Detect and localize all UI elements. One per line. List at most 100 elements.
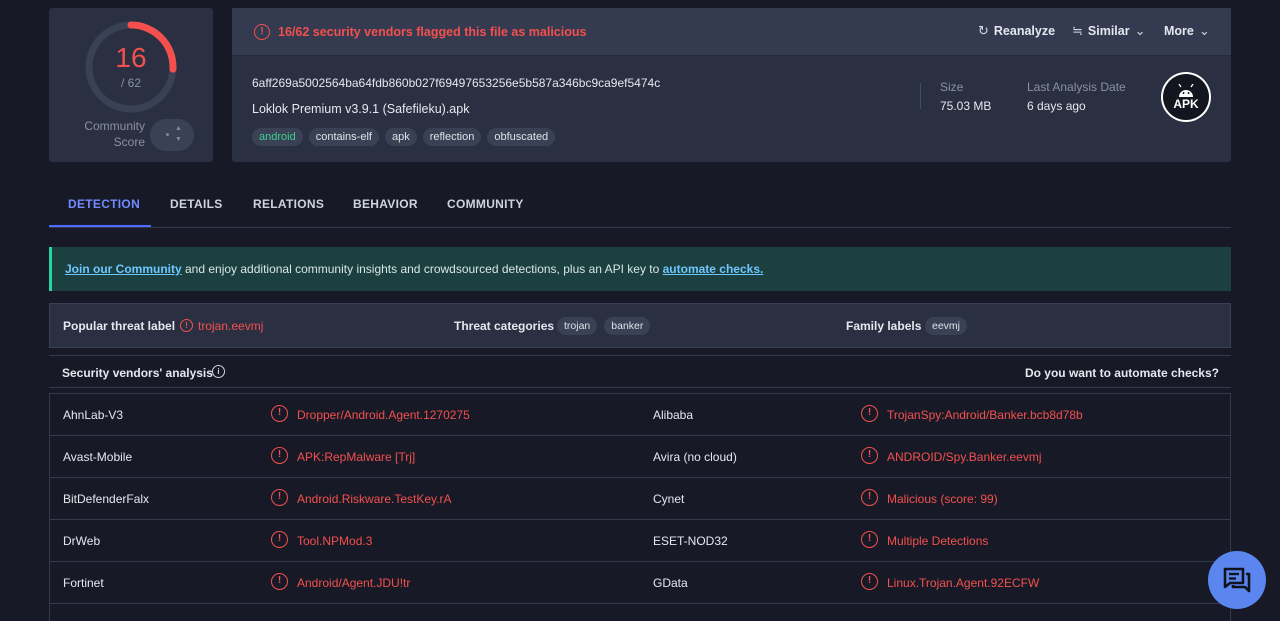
file-tag[interactable]: contains-elf (308, 128, 379, 146)
alert-circle-icon: ! (861, 405, 878, 422)
vendor-result: Tool.NPMod.3 (297, 534, 373, 548)
chevron-down-icon: ⌄ (1198, 23, 1210, 38)
vendor-result: Malicious (score: 99) (887, 492, 998, 506)
vendors-header: Security vendors' analysis i Do you want… (49, 355, 1231, 388)
threat-categories: trojan banker (557, 317, 651, 335)
file-info-card: ! 16/62 security vendors flagged this fi… (232, 8, 1231, 162)
vendor-result: ANDROID/Spy.Banker.eevmj (887, 450, 1042, 464)
vendors-table: AhnLab-V3 ! Dropper/Android.Agent.127027… (49, 393, 1231, 621)
refresh-icon: ↻ (978, 23, 989, 38)
community-banner-text: and enjoy additional community insights … (181, 262, 663, 276)
file-tag[interactable]: reflection (422, 128, 482, 146)
alert-circle-icon: ! (861, 447, 878, 464)
vote-up-icon[interactable]: ▲ (175, 125, 182, 132)
vendor-result: Android/Agent.JDU!tr (297, 576, 411, 590)
threat-categories-label: Threat categories (454, 319, 555, 333)
join-community-link[interactable]: Join our Community (65, 262, 182, 276)
tab-details[interactable]: DETAILS (170, 197, 223, 211)
table-row: DrWeb ! Tool.NPMod.3 ESET-NOD32 ! Multip… (50, 520, 1230, 562)
more-button[interactable]: More ⌄ (1164, 23, 1210, 39)
file-tag[interactable]: obfuscated (487, 128, 556, 146)
vendor-name: GData (653, 576, 688, 590)
popular-threat-value: trojan.eevmj (198, 319, 264, 333)
community-vote-control[interactable]: ▲ ▼ (150, 119, 194, 151)
malicious-banner-text: 16/62 security vendors flagged this file… (278, 25, 587, 39)
alert-circle-icon: ! (861, 489, 878, 506)
threat-category-tag[interactable]: banker (604, 317, 651, 335)
file-hash[interactable]: 6aff269a5002564ba64fdb860b027f6949765325… (252, 76, 660, 90)
vendor-result: Linux.Trojan.Agent.92ECFW (887, 576, 1040, 590)
chevron-down-icon: ⌄ (1134, 23, 1146, 38)
meta-divider (920, 83, 921, 109)
chat-button[interactable] (1208, 551, 1266, 609)
table-row: Avast-Mobile ! APK:RepMalware [Trj] Avir… (50, 436, 1230, 478)
community-score-label: Community Score (84, 119, 145, 149)
info-icon[interactable]: i (212, 365, 225, 378)
file-tag[interactable]: apk (384, 128, 417, 146)
vendor-name: Avira (no cloud) (653, 450, 737, 464)
alert-circle-icon: ! (254, 24, 270, 40)
vendor-result: Android.Riskware.TestKey.rA (297, 492, 452, 506)
file-name: Loklok Premium v3.9.1 (Safefileku).apk (252, 102, 470, 116)
similar-button[interactable]: ≒ Similar ⌄ (1072, 23, 1146, 39)
detection-total: / 62 (120, 76, 141, 90)
reanalyze-button[interactable]: ↻ Reanalyze (978, 23, 1055, 39)
alert-circle-icon: ! (271, 405, 288, 422)
community-banner: Join our Community and enjoy additional … (49, 247, 1231, 291)
alert-circle-icon: ! (271, 489, 288, 506)
vendor-result: Multiple Detections (887, 534, 989, 548)
vendor-name: Fortinet (63, 576, 104, 590)
threat-category-tag[interactable]: trojan (557, 317, 598, 335)
vendor-result: APK:RepMalware [Trj] (297, 450, 416, 464)
android-apk-icon: APK (1161, 72, 1211, 122)
vendor-name: ESET-NOD32 (653, 534, 728, 548)
size-value: 75.03 MB (940, 99, 992, 113)
last-analysis-value: 6 days ago (1027, 99, 1086, 113)
tab-detection[interactable]: DETECTION (68, 197, 140, 211)
alert-circle-icon: ! (271, 531, 288, 548)
similar-icon: ≒ (1072, 23, 1083, 38)
vote-down-icon[interactable]: ▼ (175, 136, 182, 143)
vendor-name: Alibaba (653, 408, 694, 422)
last-analysis-label: Last Analysis Date (1027, 80, 1126, 94)
alert-circle-icon: ! (271, 573, 288, 590)
vendor-result: Dropper/Android.Agent.1270275 (297, 408, 470, 422)
automate-checks-link[interactable]: automate checks. (663, 262, 764, 276)
file-tags: android contains-elf apk reflection obfu… (252, 128, 556, 146)
table-row: Fortinet ! Android/Agent.JDU!tr GData ! … (50, 562, 1230, 604)
table-row: AhnLab-V3 ! Dropper/Android.Agent.127027… (50, 394, 1230, 436)
family-labels: eevmj (925, 317, 968, 335)
vendor-name: Cynet (653, 492, 685, 506)
detection-count: 16 (115, 42, 147, 73)
android-robot-icon (1178, 83, 1194, 97)
file-type-label: APK (1173, 96, 1199, 111)
vendor-result: TrojanSpy:Android/Banker.bcb8d78b (887, 408, 1083, 422)
vendor-name: AhnLab-V3 (63, 408, 124, 422)
automate-checks-prompt[interactable]: Do you want to automate checks? (1025, 366, 1219, 380)
malicious-banner: ! 16/62 security vendors flagged this fi… (232, 8, 1231, 56)
active-tab-indicator (49, 225, 151, 227)
page: 16 / 62 Community Score ▲ ▼ ! 16/62 secu… (0, 0, 1280, 621)
size-label: Size (940, 80, 964, 94)
vendor-name: Avast-Mobile (63, 450, 133, 464)
tab-behavior[interactable]: BEHAVIOR (353, 197, 418, 211)
tab-bar: DETECTION DETAILS RELATIONS BEHAVIOR COM… (49, 186, 1231, 228)
alert-circle-icon: ! (861, 531, 878, 548)
family-labels-label: Family labels (846, 319, 922, 333)
popular-threat-label: Popular threat label (63, 319, 176, 333)
vendor-name: BitDefenderFalx (63, 492, 150, 506)
chat-icon (1223, 567, 1251, 593)
tab-relations[interactable]: RELATIONS (253, 197, 324, 211)
vendors-title: Security vendors' analysis (62, 366, 213, 380)
alert-circle-icon: ! (271, 447, 288, 464)
file-tag[interactable]: android (252, 128, 303, 146)
threat-summary: Popular threat label ! trojan.eevmj Thre… (49, 303, 1231, 348)
tab-community[interactable]: COMMUNITY (447, 197, 524, 211)
family-label-tag[interactable]: eevmj (925, 317, 968, 335)
vote-dot-icon (166, 133, 169, 136)
alert-circle-icon: ! (180, 319, 193, 332)
table-row: BitDefenderFalx ! Android.Riskware.TestK… (50, 478, 1230, 520)
vendor-name: DrWeb (63, 534, 101, 548)
alert-circle-icon: ! (861, 573, 878, 590)
score-card: 16 / 62 Community Score ▲ ▼ (49, 8, 213, 162)
